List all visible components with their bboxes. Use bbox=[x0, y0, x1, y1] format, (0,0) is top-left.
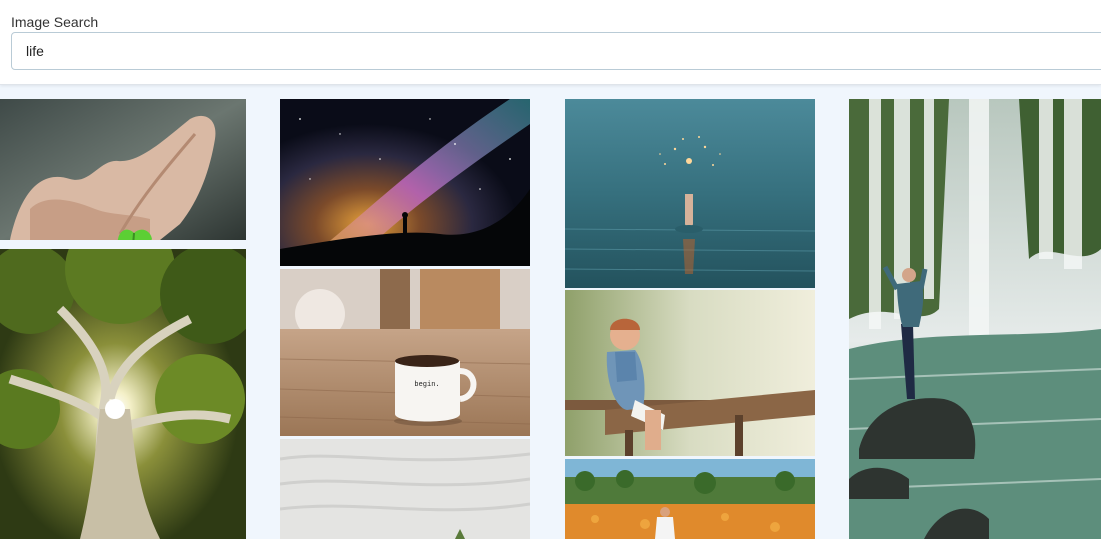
waterfall-man-image bbox=[849, 99, 1101, 539]
sand-dune-image bbox=[280, 439, 530, 539]
milky-way-image bbox=[280, 99, 530, 266]
search-label: Image Search bbox=[11, 14, 99, 30]
hand-sprout-image bbox=[0, 99, 246, 240]
image-tile-sand-dune[interactable] bbox=[280, 439, 530, 539]
image-tile-coffee-mug[interactable]: begin. bbox=[280, 269, 530, 436]
mug-text: begin. bbox=[414, 381, 439, 389]
image-tile-flower-field[interactable] bbox=[565, 459, 815, 539]
search-input[interactable] bbox=[11, 32, 1101, 70]
image-tile-waterfall-man[interactable] bbox=[849, 99, 1101, 539]
flower-field-image bbox=[565, 459, 815, 539]
image-tile-milky-way[interactable] bbox=[280, 99, 530, 266]
laughing-boy-image bbox=[565, 290, 815, 456]
sparkler-water-image bbox=[565, 99, 815, 288]
image-tile-great-tree[interactable] bbox=[0, 249, 246, 539]
image-tile-hand-with-sprout[interactable] bbox=[0, 99, 246, 240]
search-header: Image Search bbox=[0, 0, 1101, 85]
image-tile-laughing-boy[interactable] bbox=[565, 290, 815, 456]
image-tile-sparkler-water[interactable] bbox=[565, 99, 815, 288]
coffee-mug-image: begin. bbox=[280, 269, 530, 436]
great-tree-image bbox=[0, 249, 246, 539]
